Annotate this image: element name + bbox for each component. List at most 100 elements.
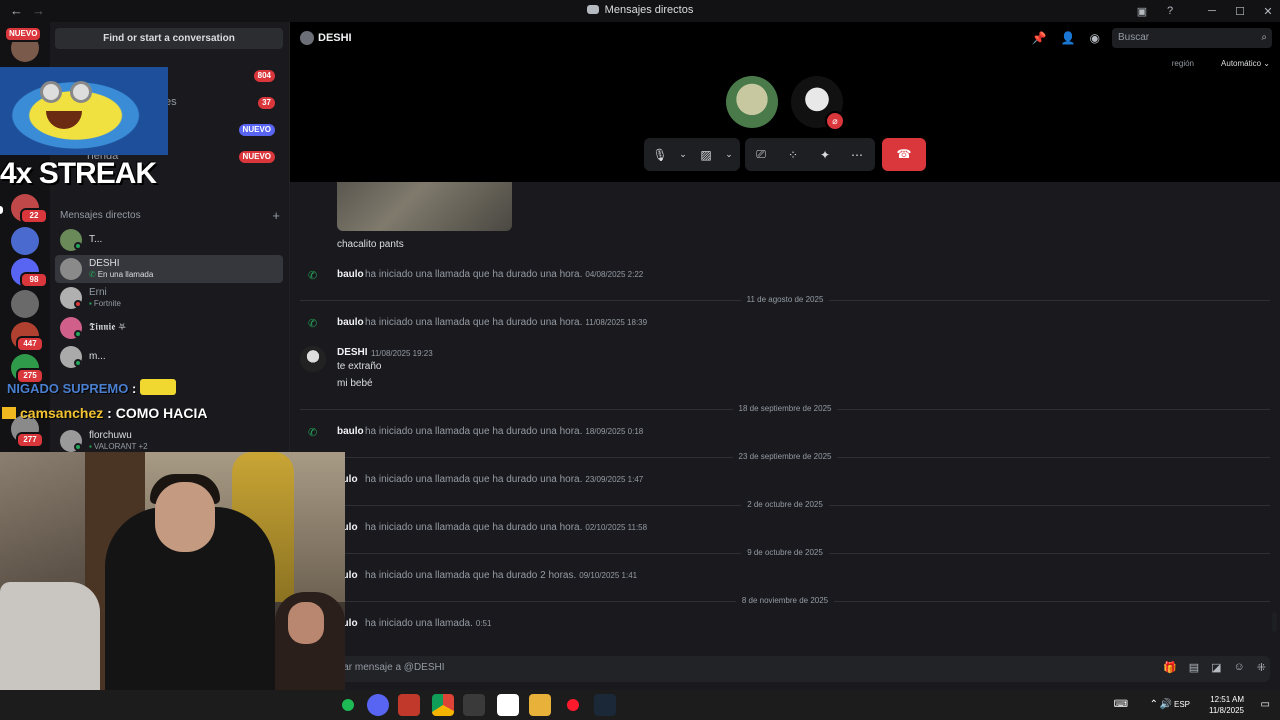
obs-icon[interactable] bbox=[463, 694, 485, 716]
volume-icon[interactable]: 🔊 bbox=[1160, 699, 1172, 710]
image-attachment[interactable] bbox=[337, 182, 512, 231]
chevron-down-icon[interactable]: ⌄ bbox=[722, 149, 736, 160]
call-event: aulo ha iniciado una llamada. 0:51 bbox=[337, 618, 492, 629]
chrome-icon[interactable] bbox=[432, 694, 454, 716]
discord-icon[interactable] bbox=[367, 694, 389, 716]
camera-off-icon[interactable]: ▨ bbox=[690, 148, 722, 162]
region-label: región bbox=[1171, 59, 1194, 68]
language-indicator[interactable]: ESP bbox=[1174, 700, 1190, 709]
nav-badge: NUEVO bbox=[238, 124, 275, 136]
hang-up-icon: ☎ bbox=[896, 147, 912, 161]
date-divider: 8 de noviembre de 2025 bbox=[290, 596, 1280, 606]
chevron-down-icon: ⌄ bbox=[1263, 59, 1270, 68]
phone-icon: ✆ bbox=[308, 427, 318, 439]
microphone-icon[interactable]: 🎙 bbox=[644, 148, 676, 162]
call-panel: región Automático ⌄ ⌀ 🎙 ⌄ ▨ ⌄ ⎚ ⁘ ✦ ⋯ ☎ bbox=[290, 54, 1280, 182]
avatar[interactable] bbox=[300, 346, 326, 372]
screen-share-icon[interactable]: ⎚ bbox=[745, 147, 777, 162]
notifications-icon[interactable]: ▭ bbox=[1261, 699, 1270, 710]
add-dm-icon[interactable]: + bbox=[272, 208, 280, 223]
call-avatar: ⌀ bbox=[791, 76, 845, 131]
add-friend-icon[interactable]: 👤 bbox=[1061, 31, 1076, 45]
file-explorer-icon[interactable] bbox=[529, 694, 551, 716]
date-divider: 11 de agosto de 2025 bbox=[290, 295, 1280, 305]
screen: ← → Mensajes directos ▣ ? ─ ☐ ✕ NUEVO 22… bbox=[0, 0, 1280, 720]
message-timestamp: 11/08/2025 19:23 bbox=[371, 349, 433, 358]
emoji-icon[interactable]: ☺ bbox=[1234, 661, 1245, 674]
help-icon[interactable]: ? bbox=[1158, 5, 1182, 17]
phone-icon: ✆ bbox=[308, 270, 318, 282]
server-badge: 277 bbox=[16, 432, 44, 448]
dm-item[interactable]: florchuwu ▪ VALORANT +2 bbox=[55, 427, 283, 455]
date-divider: 23 de septiembre de 2025 bbox=[290, 452, 1280, 462]
scrollbar[interactable] bbox=[1272, 612, 1277, 632]
server-icon[interactable] bbox=[11, 227, 39, 255]
call-actions: ⎚ ⁘ ✦ ⋯ bbox=[745, 138, 875, 171]
date-divider: 2 de octubre de 2025 bbox=[290, 500, 1280, 510]
chevron-up-icon[interactable]: ⌃ bbox=[1150, 699, 1158, 710]
clock[interactable]: 12:51 AM 11/8/2025 bbox=[1204, 694, 1244, 716]
date-divider: 9 de octubre de 2025 bbox=[290, 548, 1280, 558]
keyboard-icon[interactable]: ⌨ bbox=[1114, 699, 1128, 710]
find-conversation-button[interactable]: Find or start a conversation bbox=[55, 28, 283, 49]
dm-item[interactable]: T... bbox=[55, 226, 283, 254]
audio-video-controls: 🎙 ⌄ ▨ ⌄ bbox=[644, 138, 740, 171]
date-divider: 18 de septiembre de 2025 bbox=[290, 404, 1280, 414]
header-actions: 📌 👤 ◉ bbox=[1032, 31, 1100, 45]
taskbar: ⌨ ⌃ 🔊 ESP 12:51 AM 11/8/2025 ▭ bbox=[0, 690, 1280, 720]
dm-item-active[interactable]: DESHI ✆ En una llamada bbox=[55, 255, 283, 283]
spotify-icon[interactable] bbox=[342, 699, 354, 711]
inbox-icon[interactable]: ▣ bbox=[1130, 5, 1154, 18]
region-dropdown[interactable]: Automático ⌄ bbox=[1221, 59, 1270, 68]
close-icon[interactable]: ✕ bbox=[1256, 5, 1280, 18]
apps-icon[interactable]: ⁜ bbox=[1257, 661, 1266, 674]
dm-section-header: Mensajes directos + bbox=[60, 208, 280, 223]
channel-name: DESHI bbox=[318, 32, 352, 44]
crown-icon bbox=[2, 407, 16, 419]
app-icon[interactable] bbox=[497, 694, 519, 716]
message-author[interactable]: DESHI bbox=[337, 347, 368, 358]
chevron-down-icon[interactable]: ⌄ bbox=[676, 149, 690, 160]
gift-icon[interactable]: 🎁 bbox=[1163, 661, 1177, 674]
game-icon: ▪ bbox=[89, 299, 92, 308]
phone-icon: ✆ bbox=[308, 318, 318, 330]
discord-icon bbox=[586, 5, 599, 14]
maximize-icon[interactable]: ☐ bbox=[1228, 5, 1252, 18]
call-event: aulo ha iniciado una llamada que ha dura… bbox=[337, 570, 638, 581]
message-input[interactable] bbox=[300, 656, 1270, 682]
call-event: aulo ha iniciado una llamada que ha dura… bbox=[337, 522, 648, 533]
message: DESHI 11/08/2025 19:23 te extraño mi beb… bbox=[290, 346, 1280, 396]
server-badge: 447 bbox=[16, 336, 44, 352]
nav-badge: 804 bbox=[253, 70, 275, 82]
dm-item[interactable]: Erni ▪ Fortnite bbox=[55, 284, 283, 312]
server-icon[interactable] bbox=[11, 290, 39, 318]
minimize-icon[interactable]: ─ bbox=[1200, 5, 1224, 17]
server-pill bbox=[0, 206, 3, 214]
profile-icon[interactable]: ◉ bbox=[1090, 31, 1100, 45]
sticker-icon[interactable]: ◪ bbox=[1211, 661, 1221, 674]
search-input[interactable]: Buscar ⌕ bbox=[1112, 28, 1272, 48]
app-icon[interactable] bbox=[398, 694, 420, 716]
status-dot bbox=[74, 443, 82, 451]
minion-overlay-image bbox=[0, 67, 168, 155]
call-event: aulo ha iniciado una llamada que ha dura… bbox=[337, 474, 644, 485]
composer-tools: 🎁 ▤ ◪ ☺ ⁜ bbox=[1163, 661, 1266, 674]
activities-icon[interactable]: ⁘ bbox=[777, 148, 809, 162]
gif-icon[interactable]: ▤ bbox=[1189, 661, 1199, 674]
streak-overlay-text: 4x STREAK bbox=[0, 157, 157, 190]
hang-up-button[interactable]: ☎ bbox=[882, 138, 926, 171]
game-icon: ▪ bbox=[89, 442, 92, 451]
dm-item[interactable]: 𝕿𝖎𝖓𝖓𝖎𝖊 ⛧ bbox=[55, 314, 283, 342]
window-controls: ▣ ? ─ ☐ ✕ bbox=[1126, 0, 1280, 22]
opera-icon[interactable] bbox=[567, 699, 579, 711]
title-bar: ← → Mensajes directos ▣ ? ─ ☐ ✕ bbox=[0, 0, 1280, 22]
search-icon: ⌕ bbox=[1261, 32, 1267, 43]
chat-log: chacalito pants ✆ baulo ha iniciado una … bbox=[290, 182, 1280, 652]
dm-item[interactable]: m... bbox=[55, 343, 283, 371]
pin-icon[interactable]: 📌 bbox=[1032, 31, 1047, 45]
soundboard-icon[interactable]: ✦ bbox=[809, 148, 841, 162]
steam-icon[interactable] bbox=[594, 694, 616, 716]
more-options-icon[interactable]: ⋯ bbox=[841, 148, 873, 162]
message-line: mi bebé bbox=[337, 378, 373, 389]
channel-header: DESHI 📌 👤 ◉ Buscar ⌕ bbox=[290, 22, 1280, 54]
